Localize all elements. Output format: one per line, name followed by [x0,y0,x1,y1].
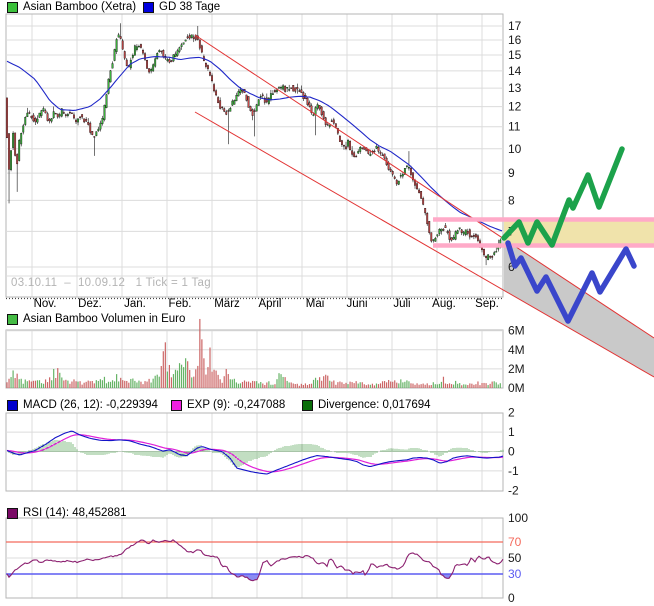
macd-series-label: MACD (26, 12): -0,229394 [23,399,158,411]
rsi-axis-label: 100 [508,511,528,525]
price-axis-label: 10 [508,142,522,156]
exp-line [6,434,504,473]
volume-series-swatch-icon [7,313,18,325]
volume-axis-label: 2M [508,362,525,376]
volume-axis-label: 4M [508,343,525,357]
macd-series-swatch-icon [7,399,18,411]
price-axis-label: 16 [508,33,522,47]
legend-exp-series: EXP (9): -0,247088 [171,399,285,411]
rsi-axis-label: 30 [508,567,522,581]
price-axis-label: 13 [508,81,522,95]
macd-panel-series [6,430,504,475]
legend-price-series: Asian Bamboo (Xetra) [7,1,136,13]
price-axis-label: 14 [508,64,522,78]
divergence-series-swatch-icon [302,399,313,411]
month-axis-label: Jan. [124,298,146,310]
volume-axis-label: 6M [508,324,525,338]
price-axis-label: 15 [508,48,522,62]
month-axis-label: Mai [306,298,325,310]
macd-axis-label: 1 [508,425,515,439]
rsi-series-label: RSI (14): 48,452881 [23,507,127,519]
volume-axis-label: 0M [508,381,525,395]
price-series-label: Asian Bamboo (Xetra) [23,1,137,13]
rsi-series-swatch-icon [7,507,18,519]
rsi-axis-label: 0 [508,591,515,605]
month-axis-label: Aug. [432,298,456,310]
month-axis-label: Feb. [168,298,191,310]
price-series-swatch-icon [7,1,18,13]
macd-axis-label: 2 [508,406,515,420]
candlestick-series [6,23,502,266]
rsi-panel-series [6,539,504,582]
legend-volume-series: Asian Bamboo Volumen in Euro [7,313,185,325]
trend-channel [194,34,654,378]
date-range-note: 03.10.11 – 10.09.12 1 Tick = 1 Tag [11,277,211,289]
volume-series-label: Asian Bamboo Volumen in Euro [23,313,186,325]
legend-divergence-series: Divergence: 0,017694 [302,399,431,411]
volume-bars [6,318,501,388]
month-axis-label: Nov. [34,298,57,310]
rsi-axis-label: 50 [508,551,522,565]
macd-axis-label: -1 [508,464,519,478]
ma-line [6,56,503,232]
macd-axis-label: -2 [508,483,519,497]
legend-ma-series: GD 38 Tage [143,1,220,13]
month-axis-label: Juli [393,298,410,310]
price-axis-label: 17 [508,19,522,33]
ma-series-label: GD 38 Tage [159,1,221,13]
legend-rsi-series: RSI (14): 48,452881 [7,507,127,519]
month-axis-label: Dez. [78,298,102,310]
price-axis-label: 12 [508,100,522,114]
month-axis-label: April [258,298,281,310]
price-axis-label: 11 [508,120,521,134]
legend-macd-series: MACD (26, 12): -0,229394 [7,399,158,411]
divergence-series-label: Divergence: 0,017694 [318,399,431,411]
price-axis-label: 9 [508,166,515,180]
macd-axis-label: 0 [508,445,515,459]
exp-series-label: EXP (9): -0,247088 [187,399,286,411]
ma-series-swatch-icon [143,1,154,13]
month-axis-label: Sep. [475,298,499,310]
rsi-axis-label: 70 [508,535,522,549]
price-axis-label: 8 [508,193,515,207]
exp-series-swatch-icon [171,399,182,411]
month-axis-label: März [214,298,240,310]
month-axis-label: Juni [346,298,367,310]
stock-chart-page: Asian Bamboo (Xetra) GD 38 Tage 03.10.11… [0,0,654,606]
